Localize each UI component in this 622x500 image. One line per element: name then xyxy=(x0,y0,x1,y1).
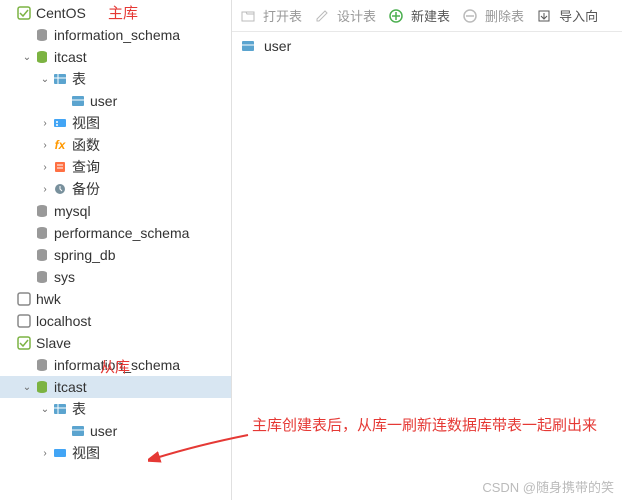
db-spring-db[interactable]: spring_db xyxy=(0,244,231,266)
tree-label: 表 xyxy=(72,399,86,419)
tree-label: hwk xyxy=(36,291,61,307)
connection-tree[interactable]: CentOS information_schema ⌄ itcast ⌄ 表 u… xyxy=(0,0,232,500)
toolbar-label: 打开表 xyxy=(263,6,302,25)
connection-icon xyxy=(16,291,32,307)
database-icon xyxy=(34,379,50,395)
import-button[interactable]: 导入向 xyxy=(536,6,598,25)
database-icon xyxy=(34,27,50,43)
watermark: CSDN @随身携带的笑 xyxy=(482,477,614,496)
delete-table-button[interactable]: 删除表 xyxy=(462,6,524,25)
tree-label: information_schema xyxy=(54,27,180,43)
toolbar: 打开表 设计表 新建表 删除表 导入向 xyxy=(232,0,622,32)
tree-label: CentOS xyxy=(36,5,86,21)
tree-label: itcast xyxy=(54,379,87,395)
tree-label: spring_db xyxy=(54,247,116,263)
chevron-right-icon: › xyxy=(38,162,52,173)
toolbar-label: 导入向 xyxy=(559,6,598,25)
tree-label: Slave xyxy=(36,335,71,351)
toolbar-label: 设计表 xyxy=(337,6,376,25)
open-icon xyxy=(240,8,256,24)
content-table-user[interactable]: user xyxy=(240,38,614,54)
view-icon xyxy=(52,115,68,131)
toolbar-label: 新建表 xyxy=(411,6,450,25)
design-icon xyxy=(314,8,330,24)
tree-label: performance_schema xyxy=(54,225,189,241)
database-icon xyxy=(34,49,50,65)
table-label: user xyxy=(264,38,291,54)
tree-label: 视图 xyxy=(72,443,100,463)
views-folder-2[interactable]: › 视图 xyxy=(0,442,231,464)
chevron-down-icon: ⌄ xyxy=(20,52,34,63)
table-user[interactable]: user xyxy=(0,90,231,112)
tree-label: user xyxy=(90,423,117,439)
chevron-right-icon: › xyxy=(38,118,52,129)
toolbar-label: 删除表 xyxy=(485,6,524,25)
table-icon xyxy=(52,401,68,417)
database-icon xyxy=(34,225,50,241)
database-icon xyxy=(34,269,50,285)
tree-label: user xyxy=(90,93,117,109)
tree-label: 视图 xyxy=(72,113,100,133)
conn-hwk[interactable]: hwk xyxy=(0,288,231,310)
tables-folder[interactable]: ⌄ 表 xyxy=(0,68,231,90)
table-icon xyxy=(52,71,68,87)
chevron-right-icon: › xyxy=(38,448,52,459)
queries-folder[interactable]: › 查询 xyxy=(0,156,231,178)
db-info-schema[interactable]: information_schema xyxy=(0,24,231,46)
db-itcast[interactable]: ⌄ itcast xyxy=(0,46,231,68)
database-icon xyxy=(34,247,50,263)
annotation-slave: 从库 xyxy=(100,356,130,377)
annotation-master: 主库 xyxy=(108,2,138,23)
connection-icon xyxy=(16,313,32,329)
query-icon xyxy=(52,159,68,175)
view-icon xyxy=(52,445,68,461)
table-icon xyxy=(70,93,86,109)
tables-folder-2[interactable]: ⌄ 表 xyxy=(0,398,231,420)
chevron-right-icon: › xyxy=(38,184,52,195)
tree-label: 查询 xyxy=(72,157,100,177)
tree-label: sys xyxy=(54,269,75,285)
views-folder[interactable]: › 视图 xyxy=(0,112,231,134)
table-user-2[interactable]: user xyxy=(0,420,231,442)
design-table-button[interactable]: 设计表 xyxy=(314,6,376,25)
database-icon xyxy=(34,203,50,219)
table-icon xyxy=(240,38,256,54)
db-sys[interactable]: sys xyxy=(0,266,231,288)
connection-icon xyxy=(16,335,32,351)
backup-icon xyxy=(52,181,68,197)
import-icon xyxy=(536,8,552,24)
tree-label: 备份 xyxy=(72,179,100,199)
conn-localhost[interactable]: localhost xyxy=(0,310,231,332)
tree-label: itcast xyxy=(54,49,87,65)
new-table-button[interactable]: 新建表 xyxy=(388,6,450,25)
chevron-down-icon: ⌄ xyxy=(38,404,52,415)
database-icon xyxy=(34,357,50,373)
function-icon: fx xyxy=(52,137,68,153)
chevron-right-icon: › xyxy=(38,140,52,151)
connection-icon xyxy=(16,5,32,21)
conn-slave[interactable]: Slave xyxy=(0,332,231,354)
open-table-button[interactable]: 打开表 xyxy=(240,6,302,25)
tree-label: localhost xyxy=(36,313,91,329)
db-perf-schema[interactable]: performance_schema xyxy=(0,222,231,244)
chevron-down-icon: ⌄ xyxy=(38,74,52,85)
minus-icon xyxy=(462,8,478,24)
functions-folder[interactable]: › fx 函数 xyxy=(0,134,231,156)
tree-label: 函数 xyxy=(72,135,100,155)
table-icon xyxy=(70,423,86,439)
tree-label: 表 xyxy=(72,69,86,89)
tree-label: mysql xyxy=(54,203,91,219)
db-itcast-2[interactable]: ⌄ itcast xyxy=(0,376,231,398)
backups-folder[interactable]: › 备份 xyxy=(0,178,231,200)
chevron-down-icon: ⌄ xyxy=(20,382,34,393)
db-mysql[interactable]: mysql xyxy=(0,200,231,222)
plus-icon xyxy=(388,8,404,24)
annotation-note: 主库创建表后，从库一刷新连数据库带表一起刷出来 xyxy=(252,415,597,438)
